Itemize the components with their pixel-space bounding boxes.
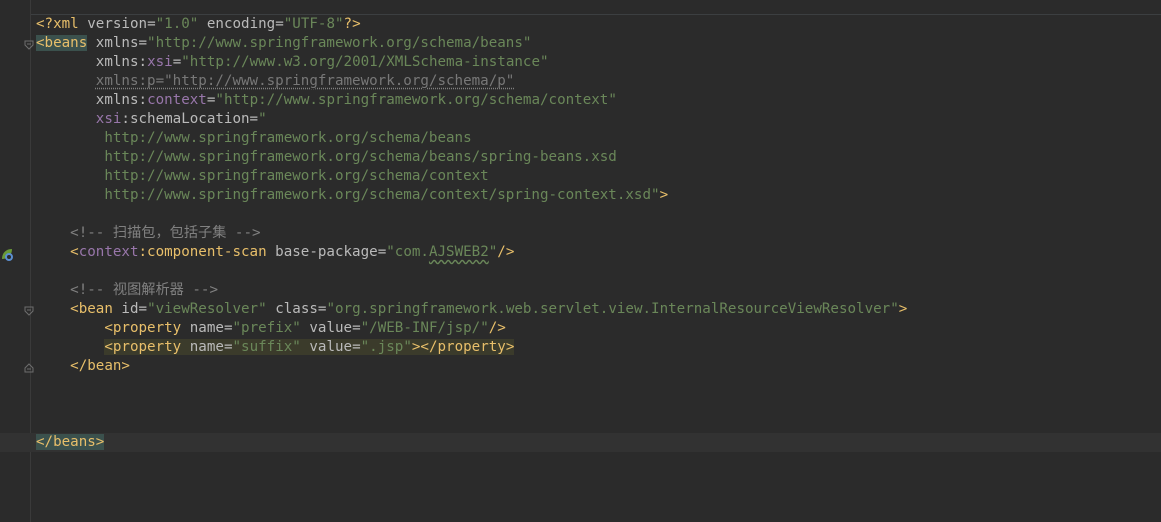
tag-bean-open: <bean xyxy=(70,301,113,317)
attr-version: version xyxy=(78,16,148,32)
code-line-16[interactable]: <bean id="viewResolver" class="org.sprin… xyxy=(36,300,1156,319)
editor-top-border xyxy=(0,0,1161,15)
value-value: ".jsp" xyxy=(360,339,412,355)
code-line-22[interactable] xyxy=(36,414,1156,433)
tag-close-bracket: > xyxy=(659,187,669,203)
comment-view-resolver: <!-- 视图解析器 --> xyxy=(70,282,218,298)
code-line-21[interactable] xyxy=(36,395,1156,414)
tag-property: <property xyxy=(104,320,182,336)
code-line-10[interactable]: http://www.springframework.org/schema/co… xyxy=(36,186,1156,205)
attr-encoding: encoding xyxy=(198,16,276,32)
xml-declaration-open: <?xml xyxy=(36,16,79,32)
value-xmlns: "http://www.springframework.org/schema/b… xyxy=(147,35,532,51)
value-context: "http://www.springframework.org/schema/c… xyxy=(215,92,617,108)
code-line-6[interactable]: xsi:schemaLocation=" xyxy=(36,110,1156,129)
tag-bean-close: </bean> xyxy=(70,358,130,374)
schema-location-url: http://www.springframework.org/schema/co… xyxy=(104,168,489,184)
namespace-xsi: xsi xyxy=(95,111,122,127)
value-value: "/WEB-INF/jsp/" xyxy=(360,320,489,336)
unused-namespace-p: xmlns:p="http://www.springframework.org/… xyxy=(95,73,515,89)
attr-base-package: base-package xyxy=(266,244,378,260)
value-class: "org.springframework.web.servlet.view.In… xyxy=(326,301,899,317)
code-area[interactable]: <?xml version="1.0" encoding="UTF-8"?> <… xyxy=(0,15,1161,452)
tag-component-scan: :component-scan xyxy=(138,244,267,260)
code-line-14[interactable] xyxy=(36,262,1156,281)
code-line-8[interactable]: http://www.springframework.org/schema/be… xyxy=(36,148,1156,167)
attr-name: name xyxy=(181,339,224,355)
fold-close-icon[interactable] xyxy=(24,363,34,373)
code-line-5[interactable]: xmlns:context="http://www.springframewor… xyxy=(36,91,1156,110)
value-package-typo: AJSWEB2 xyxy=(428,244,489,260)
code-editor[interactable]: <?xml version="1.0" encoding="UTF-8"?> <… xyxy=(0,0,1161,522)
code-line-1[interactable]: <?xml version="1.0" encoding="UTF-8"?> xyxy=(36,15,1156,34)
attr-xmlns: xmlns xyxy=(87,35,139,51)
code-line-2[interactable]: <beans xmlns="http://www.springframework… xyxy=(36,34,1156,53)
value-name: "prefix" xyxy=(232,320,301,336)
attr-xmlns-prefix: xmlns xyxy=(95,92,139,108)
value-version: "1.0" xyxy=(155,16,199,32)
value-encoding: "UTF-8" xyxy=(283,16,344,32)
namespace-context: context xyxy=(78,244,139,260)
value-name: "suffix" xyxy=(232,339,301,355)
code-line-17[interactable]: <property name="prefix" value="/WEB-INF/… xyxy=(36,319,1156,338)
code-line-23-current[interactable]: </beans> xyxy=(0,433,1161,452)
attr-name: name xyxy=(181,320,224,336)
code-line-3[interactable]: xmlns:xsi="http://www.w3.org/2001/XMLSch… xyxy=(36,53,1156,72)
schema-location-url: http://www.springframework.org/schema/co… xyxy=(104,187,660,203)
attr-value: value xyxy=(300,320,353,336)
xml-declaration-close: ?> xyxy=(343,16,361,32)
code-line-12[interactable]: <!-- 扫描包，包括子集 --> xyxy=(36,224,1156,243)
namespace-xsi: xsi xyxy=(147,54,173,70)
tag-beans-open: <beans xyxy=(36,35,88,51)
namespace-context: context xyxy=(147,92,207,108)
schema-location-url: http://www.springframework.org/schema/be… xyxy=(104,130,472,146)
attr-xmlns-prefix: xmlns xyxy=(95,54,139,70)
tag-property: <property xyxy=(104,339,182,355)
value-xsi: "http://www.w3.org/2001/XMLSchema-instan… xyxy=(181,54,549,70)
attr-schema-location: :schemaLocation xyxy=(121,111,250,127)
code-line-4[interactable]: xmlns:p="http://www.springframework.org/… xyxy=(36,72,1156,91)
code-line-9[interactable]: http://www.springframework.org/schema/co… xyxy=(36,167,1156,186)
value-id: "viewResolver" xyxy=(147,301,267,317)
code-line-15[interactable]: <!-- 视图解析器 --> xyxy=(36,281,1156,300)
fold-open-icon[interactable] xyxy=(24,40,34,50)
code-line-7[interactable]: http://www.springframework.org/schema/be… xyxy=(36,129,1156,148)
schema-location-url: http://www.springframework.org/schema/be… xyxy=(104,149,617,165)
attr-class: class xyxy=(266,301,318,317)
tag-beans-close: </beans> xyxy=(36,434,105,450)
code-line-19[interactable]: </bean> xyxy=(36,357,1156,376)
code-line-13[interactable]: <context:component-scan base-package="co… xyxy=(36,243,1156,262)
code-line-20[interactable] xyxy=(36,376,1156,395)
code-line-18[interactable]: <property name="suffix" value=".jsp"></p… xyxy=(36,338,1156,357)
attr-value: value xyxy=(300,339,353,355)
highlighted-range: <property name="suffix" value=".jsp"></p… xyxy=(104,339,515,355)
spring-bean-icon[interactable] xyxy=(0,247,16,263)
fold-open-icon[interactable] xyxy=(24,306,34,316)
attr-id: id xyxy=(112,301,139,317)
comment-scan-package: <!-- 扫描包，包括子集 --> xyxy=(70,225,261,241)
code-line-11[interactable] xyxy=(36,205,1156,224)
value-quote: " xyxy=(258,111,267,127)
